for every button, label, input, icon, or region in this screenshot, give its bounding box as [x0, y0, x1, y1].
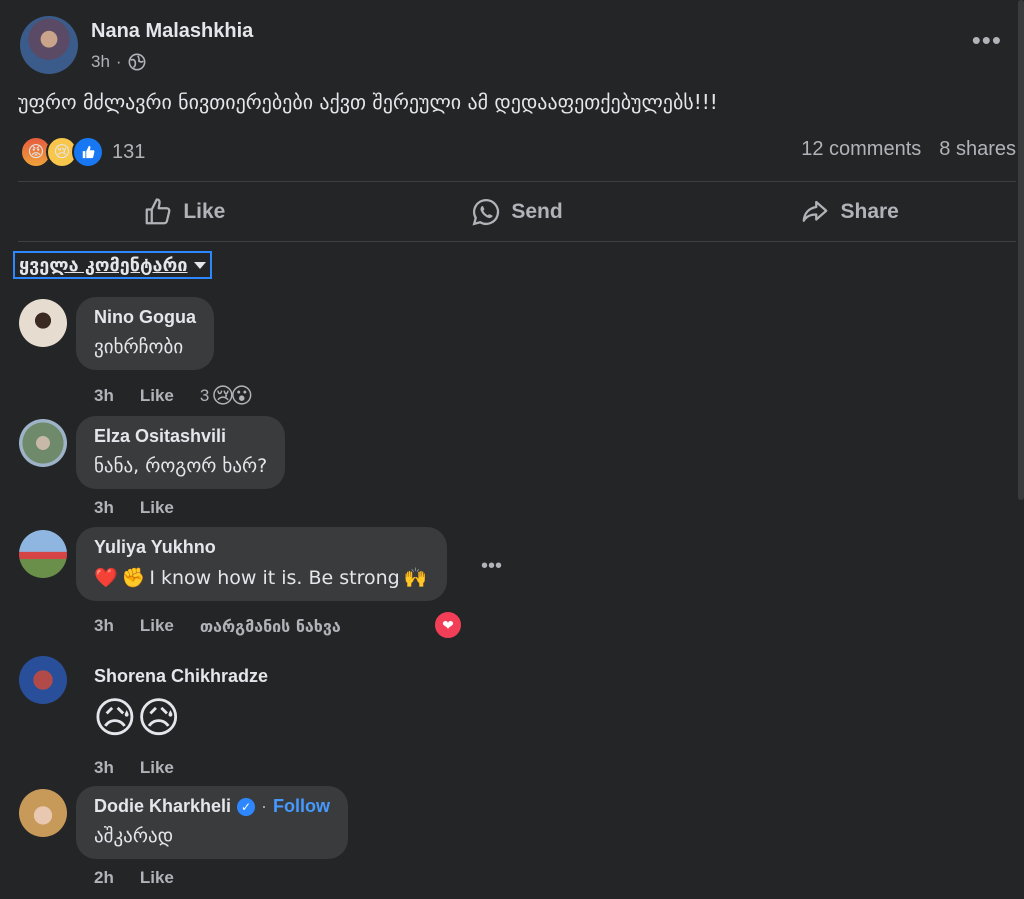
commenter-name[interactable]: Elza Ositashvili — [94, 426, 267, 447]
comment-text: აშკარად — [94, 825, 174, 847]
like-label: Like — [183, 200, 226, 223]
share-label: Share — [840, 200, 899, 223]
comment-like-button[interactable]: Like — [140, 498, 174, 518]
comment-time[interactable]: 3h — [94, 498, 114, 518]
comment-actions: 3h Like — [94, 758, 174, 778]
comment-text: I know how it is. Be strong — [149, 566, 400, 589]
wow-reaction-icon: 😮 — [230, 383, 254, 408]
comment-time[interactable]: 3h — [94, 386, 114, 406]
commenter-name[interactable]: Shorena Chikhradze — [94, 666, 268, 687]
name-separator: · — [261, 796, 268, 816]
post-time[interactable]: 3h — [91, 52, 110, 72]
comment-reaction-count: 3 — [199, 386, 210, 405]
comment-emoji-text: 😥😥 — [93, 694, 181, 741]
comment-actions: 3h Like თარგმანის ნახვა — [94, 616, 341, 636]
commenter-avatar[interactable] — [19, 530, 67, 578]
fist-emoji: ✊ — [121, 567, 146, 589]
comment-bubble: Elza Ositashvili ნანა, როგორ ხარ? — [76, 416, 286, 489]
comment-bubble: Nino Gogua ვიხრჩობი — [76, 297, 214, 370]
commenter-avatar[interactable] — [19, 419, 67, 467]
comment-filter-label: ყველა კომენტარი — [19, 254, 188, 276]
meta-separator: · — [115, 52, 122, 71]
post-text: უფრო მძლავრი ნივთიერებები აქვთ შერეული ა… — [18, 90, 718, 114]
see-translation-link[interactable]: თარგმანის ნახვა — [200, 617, 341, 636]
comment-like-button[interactable]: Like — [140, 386, 174, 406]
whatsapp-icon — [472, 198, 500, 226]
comment-actions: 2h Like — [94, 868, 174, 888]
send-button[interactable]: Send — [351, 183, 684, 241]
comment-like-button[interactable]: Like — [140, 868, 174, 888]
reaction-count: 131 — [112, 140, 146, 163]
heart-reaction-icon[interactable]: ❤ — [433, 610, 463, 640]
comment-time[interactable]: 3h — [94, 758, 114, 778]
post-meta: 3h · — [91, 52, 146, 72]
share-button[interactable]: Share — [683, 183, 1016, 241]
comment-time[interactable]: 2h — [94, 868, 114, 888]
comment-like-button[interactable]: Like — [140, 758, 174, 778]
commenter-name[interactable]: Dodie Kharkheli — [94, 796, 231, 817]
post-author-avatar[interactable] — [20, 16, 78, 74]
globe-icon — [128, 53, 146, 71]
comment-content: ❤️ ✊ I know how it is. Be strong 🙌 — [94, 566, 428, 590]
scrollbar[interactable] — [1018, 0, 1024, 500]
like-reaction-icon — [72, 136, 104, 168]
comment-filter-dropdown[interactable]: ყველა კომენტარი — [13, 251, 212, 279]
post-author-name[interactable]: Nana Malashkhia — [91, 20, 253, 43]
commenter-name[interactable]: Nino Gogua — [94, 307, 196, 328]
post-action-bar: Like Send Share — [18, 183, 1016, 241]
caret-down-icon — [193, 261, 206, 269]
more-options-icon[interactable]: ••• — [972, 27, 1002, 53]
engagement-counts: 12 comments 8 shares — [801, 138, 1016, 161]
reactions-summary[interactable]: 😡 😢 131 — [20, 136, 145, 168]
divider-bottom — [18, 241, 1016, 242]
like-button[interactable]: Like — [18, 183, 351, 241]
thumbs-up-icon — [145, 198, 171, 225]
shares-count[interactable]: 8 shares — [939, 138, 1016, 161]
comment-actions: 3h Like — [94, 498, 174, 518]
commenter-name[interactable]: Yuliya Yukhno — [94, 537, 427, 558]
comment-text: ნანა, როგორ ხარ? — [94, 455, 268, 477]
heart-flag-emoji: ❤️ — [94, 567, 118, 589]
comment-time[interactable]: 3h — [94, 616, 114, 636]
commenter-avatar[interactable] — [19, 656, 67, 704]
share-arrow-icon — [803, 200, 828, 222]
commenter-name-row: Dodie Kharkheli ✓ · Follow — [94, 796, 330, 817]
comment-more-icon[interactable]: ••• — [481, 555, 502, 578]
raised-hands-emoji: 🙌 — [403, 567, 428, 589]
commenter-avatar[interactable] — [19, 789, 67, 837]
send-label: Send — [511, 200, 563, 223]
divider-top — [18, 181, 1016, 182]
comment-bubble: Dodie Kharkheli ✓ · Follow აშკარად — [76, 786, 349, 859]
comment-bubble: Yuliya Yukhno ❤️ ✊ I know how it is. Be … — [76, 527, 448, 601]
follow-button[interactable]: Follow — [273, 796, 330, 817]
comment-reactions[interactable]: 3 😢 😮 — [200, 383, 253, 409]
comment-text: ვიხრჩობი — [94, 336, 184, 358]
comment-like-button[interactable]: Like — [140, 616, 174, 636]
comments-count[interactable]: 12 comments — [801, 138, 921, 161]
commenter-avatar[interactable] — [19, 299, 67, 347]
verified-badge-icon: ✓ — [237, 797, 256, 816]
comment-actions: 3h Like 3 😢 😮 — [94, 383, 253, 409]
